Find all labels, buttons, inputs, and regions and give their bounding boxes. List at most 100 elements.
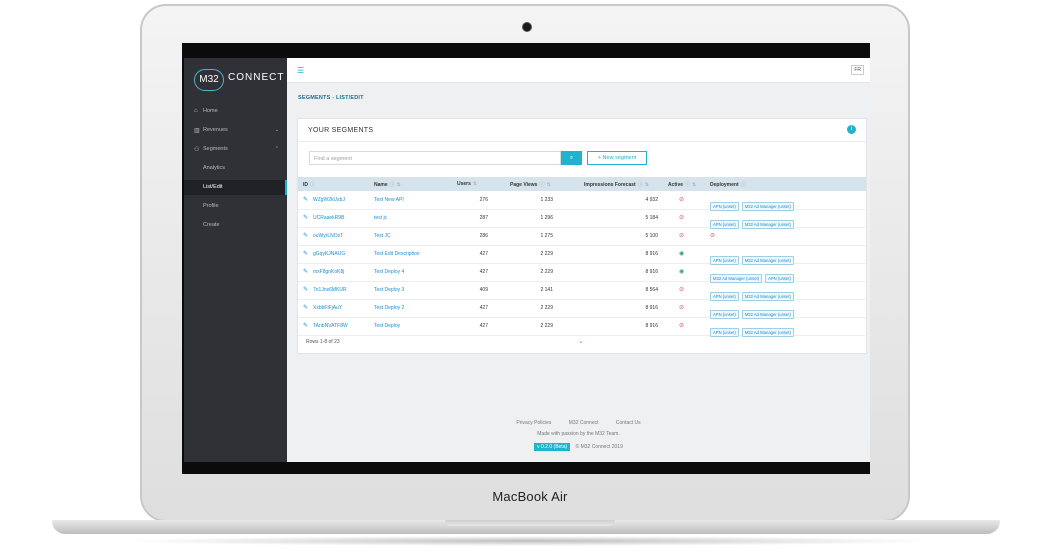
segment-name-link[interactable]: Test Deploy 2 [374,305,404,311]
m32-connect-link[interactable]: M32 Connect [569,420,599,426]
segment-id-link[interactable]: UCRaaekR9B [313,215,344,221]
sidebar-item-label: Create [203,222,220,228]
inactive-status-icon[interactable]: ⊘ [679,286,684,293]
users-value: 427 [479,251,488,257]
breadcrumb: SEGMENTS - LIST/EDIT [298,95,364,101]
sidebar-item-revenues[interactable]: ▥ Revenues ⌄ [184,123,287,138]
logo-connect: CONNECT [228,72,285,83]
table-row[interactable]: ✎ ouWyrLNOsT Test JC 286 1 275 5 100 ⊘ ⊘ [298,227,866,246]
edit-icon[interactable]: ✎ [303,286,308,293]
sidebar-item-home[interactable]: ⌂ Home [184,104,287,119]
deployment-tag[interactable]: M32 Ad Manager (unset) [741,328,794,337]
users-value: 427 [479,323,488,329]
sidebar-item-profile[interactable]: Profile [184,199,287,214]
users-value: 286 [479,233,488,239]
version-badge: v 0.2.0 (Beta) [534,443,571,451]
segment-id-link[interactable]: 7n1Jnx6MKUR [313,287,347,293]
footer-tagline: Made with passion by the M32 Team. [537,431,620,437]
info-icon: ⓘ [389,182,395,188]
users-value: 427 [479,305,488,311]
info-icon: ⓘ [539,182,545,188]
inactive-status-icon[interactable]: ⊘ [679,322,684,329]
deployment-tags: APN (unset) M32 Ad Manager (unset) [710,303,797,319]
table-row[interactable]: ✎ XxbbFiFjAuY Test Deploy 2 427 2 229 8 916 ⊘ A… [298,299,866,319]
footer-links: Privacy Policies M32 Connect Contact Us [287,420,870,426]
column-header-users[interactable]: Users ⇅ [457,181,477,187]
sidebar-item-segments[interactable]: ⚇ Segments ⌃ [184,142,287,157]
users-value: 427 [479,269,488,275]
inactive-status-icon[interactable]: ⊘ [679,196,684,203]
page-views-value: 2 229 [540,269,553,275]
segment-name-link[interactable]: Test New API [374,197,404,203]
column-header-id[interactable]: ID ⓘ [303,181,315,188]
segment-id-link[interactable]: mxF8gnKoK8j [313,269,344,275]
page-views-value: 2 229 [540,323,553,329]
segment-name-link[interactable]: Test JC [374,233,391,239]
forecast-value: 8 564 [645,287,658,293]
segment-name-link[interactable]: Test Deploy 3 [374,287,404,293]
card-title: YOUR SEGMENTS [308,127,374,134]
hamburger-menu-icon[interactable]: ☰ [297,66,304,75]
edit-icon[interactable]: ✎ [303,268,308,275]
page-views-value: 2 229 [540,305,553,311]
edit-icon[interactable]: ✎ [303,196,308,203]
deployment-tags: APN (unset) M32 Ad Manager (unset) [710,195,797,211]
segment-id-link[interactable]: gGqyKJNAUG [313,251,345,257]
column-header-page-views[interactable]: Page Views ⓘ ⇅ [510,181,551,188]
inactive-status-icon[interactable]: ⊘ [679,304,684,311]
column-header-active[interactable]: Active ⓘ ⇅ [668,181,696,188]
sidebar-item-list-edit[interactable]: List/Edit [184,180,287,195]
edit-icon[interactable]: ✎ [303,250,308,257]
table-row[interactable]: ✎ 7n1Jnx6MKUR Test Deploy 3 409 2 141 8 564 ⊘ A… [298,281,866,301]
column-header-forecast[interactable]: Impressions Forecast ⓘ ⇅ [584,181,649,188]
segment-id-link[interactable]: TAnbNVATF8W [313,323,348,329]
forecast-value: 5 184 [645,215,658,221]
laptop-shadow [120,536,940,546]
active-status-icon[interactable]: ◉ [679,250,684,257]
page-views-value: 1 275 [540,233,553,239]
segment-id-link[interactable]: WZgW2kUsbJ [313,197,345,203]
edit-icon[interactable]: ✎ [303,322,308,329]
forecast-value: 5 100 [645,233,658,239]
inactive-status-icon[interactable]: ⊘ [679,232,684,239]
load-more-chevron-icon[interactable]: ⌄ [578,337,584,345]
segment-id-link[interactable]: XxbbFiFjAuY [313,305,342,311]
contact-link[interactable]: Contact Us [616,420,641,426]
new-segment-button[interactable]: + New segment [587,151,647,165]
table-row[interactable]: ✎ mxF8gnKoK8j Test Deploy 4 427 2 229 8 916 ◉ M… [298,263,866,283]
copyright: © M32 Connect 2019 [575,444,623,450]
table-row[interactable]: ✎ UCRaaekR9B test jc 287 1 296 5 184 ⊘ APN (uns… [298,209,866,229]
inactive-status-icon[interactable]: ⊘ [679,214,684,221]
app-logo[interactable]: M32 CONNECT [190,66,285,91]
edit-icon[interactable]: ✎ [303,232,308,239]
sidebar-item-label: Segments [203,146,228,152]
sort-icon: ⇅ [472,181,478,187]
segment-name-link[interactable]: test jc [374,215,387,221]
column-header-deployment[interactable]: Deployment ⓘ [710,181,746,188]
search-button[interactable]: ⌕ [561,151,582,165]
language-switch[interactable]: FR [851,65,864,75]
camera [522,22,532,32]
edit-icon[interactable]: ✎ [303,304,308,311]
segment-id-link[interactable]: ouWyrLNOsT [313,233,343,239]
table-row[interactable]: ✎ gGqyKJNAUG Test Edit Description 427 2 229… [298,245,866,265]
sidebar-item-create[interactable]: Create [184,218,287,233]
forecast-value: 8 916 [645,251,658,257]
edit-icon[interactable]: ✎ [303,214,308,221]
privacy-link[interactable]: Privacy Policies [516,420,551,426]
column-header-name[interactable]: Name ⓘ ⇅ [374,181,401,188]
users-value: 276 [479,197,488,203]
segment-name-link[interactable]: Test Deploy 4 [374,269,404,275]
info-icon: ⓘ [685,182,691,188]
sort-icon: ⇅ [546,182,551,188]
segment-name-link[interactable]: Test Edit Description [374,251,420,257]
deployment-tag[interactable]: APN (unset) [710,328,739,337]
info-icon[interactable]: i [847,125,856,134]
table-row[interactable]: ✎ WZgW2kUsbJ Test New API 276 1 233 4 932 ⊘ APN… [298,191,866,211]
sidebar-item-analytics[interactable]: Analytics [184,161,287,176]
segment-name-link[interactable]: Test Deploy [374,323,400,329]
table-row[interactable]: ✎ TAnbNVATF8W Test Deploy 427 2 229 8 916 ⊘ APN… [298,317,866,337]
active-status-icon[interactable]: ◉ [679,268,684,275]
search-input[interactable]: Find a segment [309,151,561,165]
page-views-value: 2 141 [540,287,553,293]
